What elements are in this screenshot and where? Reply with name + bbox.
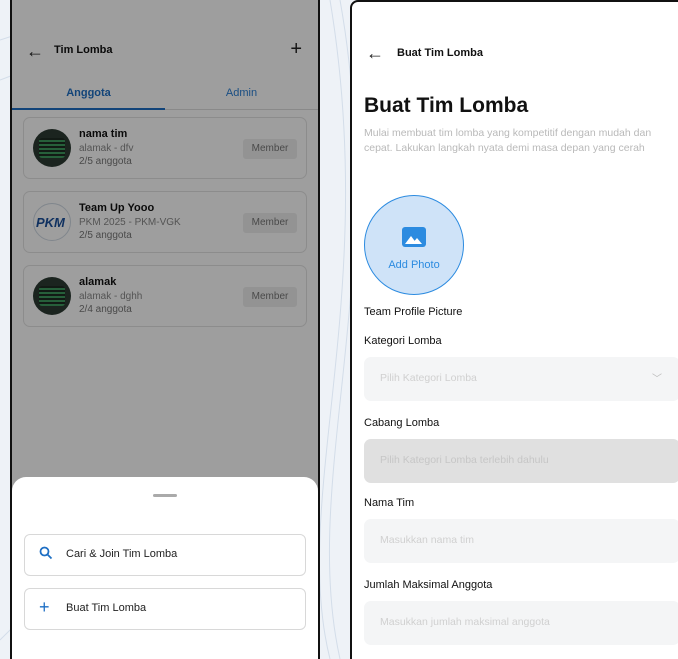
nama-tim-input[interactable]: Masukkan nama tim <box>364 519 678 563</box>
chevron-down-icon: ﹀ <box>652 374 662 385</box>
search-join-button[interactable]: Cari & Join Tim Lomba <box>24 534 306 576</box>
team-picture-caption: Team Profile Picture <box>364 306 463 318</box>
create-team-screen: ← Buat Tim Lomba Buat Tim Lomba Mulai me… <box>350 0 678 659</box>
add-photo-label: Add Photo <box>388 259 440 271</box>
jumlah-anggota-placeholder: Masukkan jumlah maksimal anggota <box>380 616 550 628</box>
page-title: Buat Tim Lomba <box>397 47 483 59</box>
form-heading: Buat Tim Lomba <box>364 94 529 117</box>
cabang-placeholder: Pilih Kategori Lomba terlebih dahulu <box>380 454 549 466</box>
cabang-label: Cabang Lomba <box>364 417 440 429</box>
image-icon <box>402 227 426 247</box>
nama-tim-placeholder: Masukkan nama tim <box>380 534 474 546</box>
team-list-screen: ← Tim Lomba + Anggota Admin nama tim ala… <box>10 0 320 659</box>
search-join-label: Cari & Join Tim Lomba <box>66 548 178 560</box>
arrow-left-icon[interactable]: ← <box>366 44 384 62</box>
create-team-label: Buat Tim Lomba <box>66 602 147 614</box>
drag-handle[interactable] <box>153 494 177 497</box>
search-icon <box>39 546 53 563</box>
add-photo-button[interactable]: Add Photo <box>364 195 464 295</box>
kategori-select[interactable]: Pilih Kategori Lomba ﹀ <box>364 357 678 401</box>
create-team-button[interactable]: + Buat Tim Lomba <box>24 588 306 630</box>
kategori-label: Kategori Lomba <box>364 335 442 347</box>
nama-tim-label: Nama Tim <box>364 497 415 509</box>
bottom-sheet: Cari & Join Tim Lomba + Buat Tim Lomba <box>12 477 318 659</box>
form-description: Mulai membuat tim lomba yang kompetitif … <box>364 127 652 154</box>
kategori-placeholder: Pilih Kategori Lomba <box>380 372 477 384</box>
cabang-select: Pilih Kategori Lomba terlebih dahulu <box>364 439 678 483</box>
plus-icon: + <box>39 597 50 617</box>
jumlah-anggota-input[interactable]: Masukkan jumlah maksimal anggota <box>364 601 678 645</box>
jumlah-anggota-label: Jumlah Maksimal Anggota <box>364 579 493 591</box>
